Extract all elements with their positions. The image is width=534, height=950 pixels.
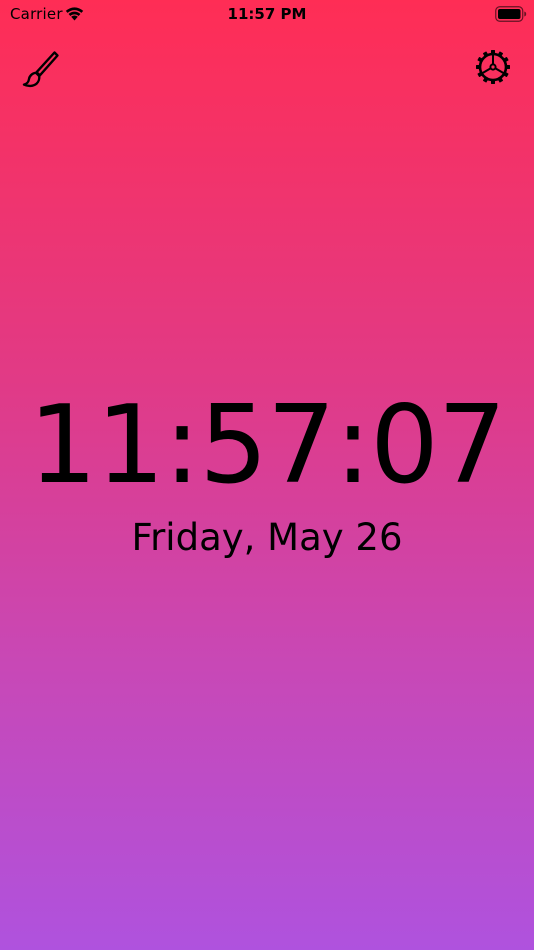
clock-time: 11:57:07 xyxy=(28,383,506,508)
toolbar xyxy=(0,45,534,93)
status-time: 11:57 PM xyxy=(227,5,307,23)
status-bar: Carrier 11:57 PM xyxy=(0,0,534,30)
settings-button[interactable] xyxy=(471,45,515,89)
gear-icon xyxy=(476,50,510,84)
clock-date: Friday, May 26 xyxy=(131,516,403,559)
paintbrush-icon xyxy=(22,51,59,88)
theme-button[interactable] xyxy=(19,48,63,92)
battery-full-icon xyxy=(495,6,527,22)
